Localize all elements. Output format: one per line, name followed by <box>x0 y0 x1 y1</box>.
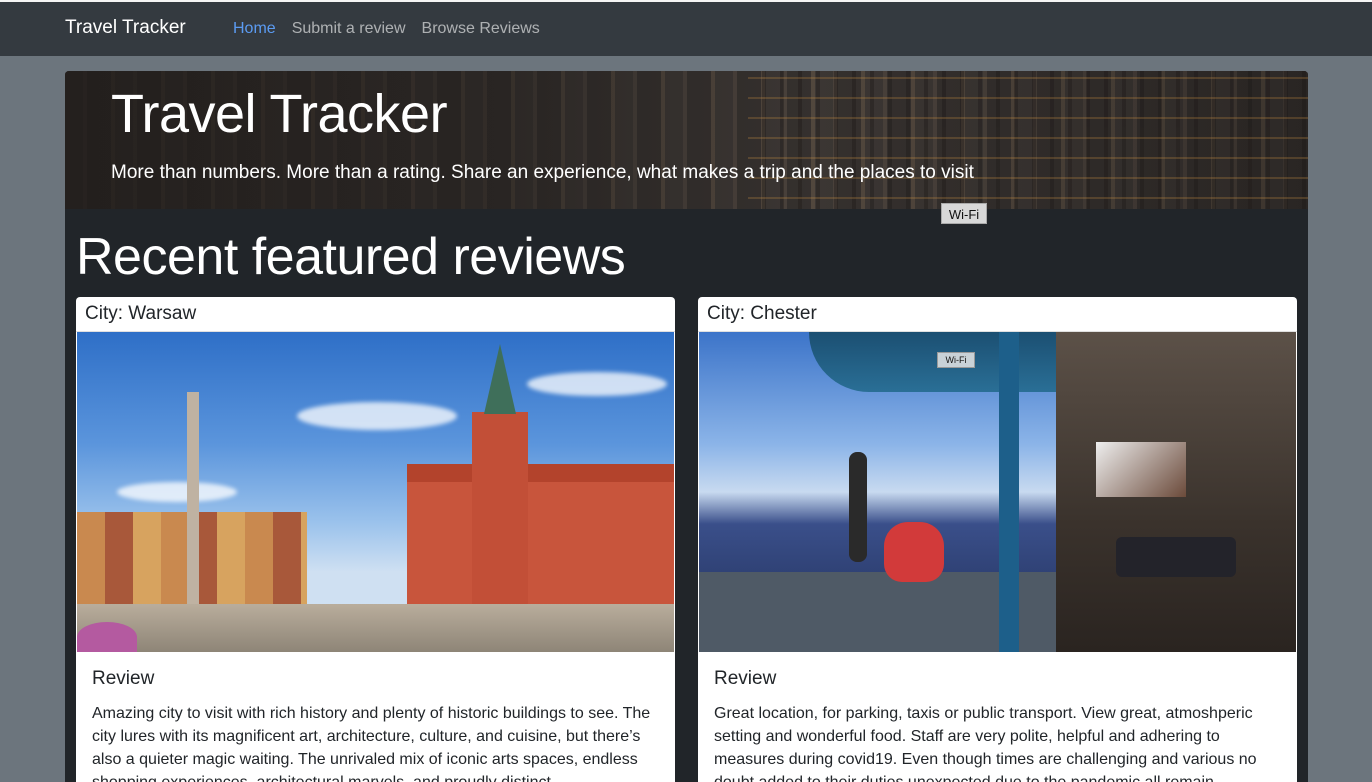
wifi-tag: Wi-Fi <box>937 352 975 368</box>
card-header: City: Warsaw <box>76 297 675 332</box>
section-title: Recent featured reviews <box>76 228 626 286</box>
review-heading: Review <box>714 668 777 689</box>
nav-link-submit-review[interactable]: Submit a review <box>292 20 406 38</box>
card-body: Review Amazing city to visit with rich h… <box>76 652 675 782</box>
clock-tower <box>472 412 528 612</box>
castle-roof <box>407 464 674 482</box>
square-ground <box>77 604 674 652</box>
tower-spire <box>484 344 516 414</box>
warsaw-photo <box>77 332 674 652</box>
sigismund-column <box>187 392 199 612</box>
red-chair <box>884 522 944 582</box>
nav-links: Home Submit a review Browse Reviews <box>233 20 540 38</box>
nav-link-home[interactable]: Home <box>233 20 276 38</box>
review-text: Great location, for parking, taxis or pu… <box>714 705 1257 782</box>
wall-picture <box>1096 442 1186 497</box>
chester-photo: Wi-Fi <box>699 332 1296 652</box>
review-text: Amazing city to visit with rich history … <box>92 705 651 782</box>
hero-lead: More than numbers. More than a rating. S… <box>111 162 974 183</box>
cloud-shape <box>297 402 457 430</box>
review-card-warsaw[interactable]: City: Warsaw Review Amazing city to visi… <box>76 297 675 782</box>
navbar-brand[interactable]: Travel Tracker <box>65 17 186 39</box>
cloud-shape <box>117 482 237 502</box>
review-card-chester[interactable]: City: Chester Wi-Fi Review Great locatio… <box>698 297 1297 782</box>
main-container: Travel Tracker More than numbers. More t… <box>65 71 1308 782</box>
cloud-shape <box>527 372 667 396</box>
person-figure <box>849 452 867 562</box>
navbar: Travel Tracker Home Submit a review Brow… <box>0 2 1372 56</box>
hero-banner: Travel Tracker More than numbers. More t… <box>65 71 1308 209</box>
sofa <box>1116 537 1236 577</box>
card-header: City: Chester <box>698 297 1297 332</box>
hero-background-image <box>748 71 1308 209</box>
review-heading: Review <box>92 668 155 689</box>
royal-castle <box>407 482 674 612</box>
card-body: Review Great location, for parking, taxi… <box>698 652 1297 782</box>
nav-link-browse-reviews[interactable]: Browse Reviews <box>422 20 540 38</box>
door-frame <box>999 332 1019 652</box>
flower-bed <box>77 622 137 652</box>
wifi-tooltip: Wi-Fi <box>941 203 987 224</box>
hero-title: Travel Tracker <box>111 84 448 144</box>
